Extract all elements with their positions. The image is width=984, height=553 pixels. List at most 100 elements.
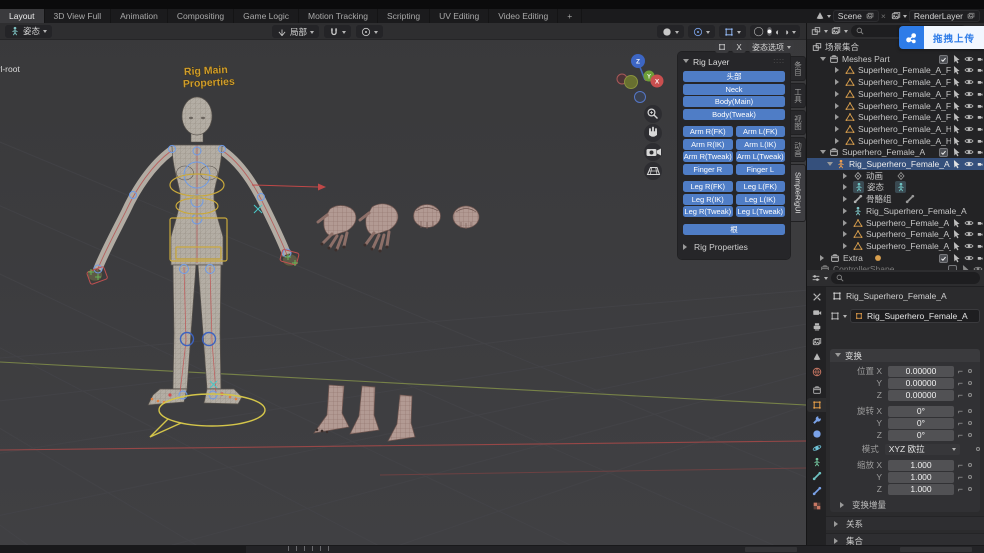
tab-scene[interactable] — [807, 350, 826, 364]
collection-checkbox[interactable] — [939, 54, 948, 64]
expand-closed-icon[interactable] — [843, 196, 850, 202]
rig-button-leg-l-fk[interactable]: Leg L(FK) — [735, 181, 785, 192]
rig-layer-panel-header[interactable]: Rig Layer :::: — [683, 55, 785, 68]
pose-options-dropdown[interactable]: 姿态选项 — [749, 41, 794, 53]
expand-open-icon[interactable] — [820, 56, 826, 64]
selectable-icon[interactable] — [951, 77, 961, 87]
rig-button-arm-r-fk[interactable]: Arm R(FK) — [683, 126, 733, 137]
tab-output[interactable] — [807, 320, 826, 334]
outliner-row-collection-superhero[interactable]: Superhero_Female_A — [807, 146, 984, 158]
render-camera-icon[interactable] — [977, 112, 983, 122]
selectable-icon[interactable] — [951, 89, 961, 99]
view-layer-selector[interactable]: RenderLayer — [891, 10, 980, 22]
location-y-field[interactable]: 0.00000 — [888, 377, 954, 389]
mode-selector[interactable]: 姿态 — [5, 24, 53, 38]
render-camera-icon[interactable] — [977, 229, 983, 239]
tab-collection[interactable] — [807, 383, 826, 397]
outliner-row-bone-groups[interactable]: 骨骼组 — [807, 193, 984, 205]
pan-hand-button[interactable] — [644, 124, 662, 142]
object-name-field[interactable]: Rig_Superhero_Female_A — [850, 309, 980, 323]
new-scene-icon[interactable] — [866, 12, 874, 20]
timeline-widget[interactable] — [745, 546, 797, 552]
shading-wireframe-button[interactable]: ◯ — [754, 26, 764, 37]
expand-closed-icon[interactable] — [843, 184, 850, 190]
tab-bone-constraint[interactable] — [807, 484, 826, 498]
location-z-field[interactable]: 0.00000 — [888, 389, 954, 401]
selectable-icon[interactable] — [951, 159, 961, 169]
tab-particles[interactable] — [807, 427, 826, 441]
transform-pivot-icon[interactable] — [715, 41, 729, 53]
expand-closed-icon[interactable] — [843, 220, 850, 226]
hide-eye-icon[interactable] — [964, 124, 974, 134]
tab-render[interactable] — [807, 305, 826, 319]
unlink-scene-button[interactable]: × — [881, 11, 886, 21]
animate-dot[interactable] — [967, 393, 972, 397]
rig-button-arm-l-tweak[interactable]: Arm L(Tweak) — [735, 151, 785, 162]
animate-dot[interactable] — [967, 421, 972, 425]
hide-eye-icon[interactable] — [964, 112, 974, 122]
expand-closed-icon[interactable] — [835, 67, 842, 73]
transform-orientation-dropdown[interactable]: 局部 — [272, 25, 320, 38]
rig-button-leg-l-ik[interactable]: Leg L(IK) — [735, 193, 785, 205]
tab-texture[interactable] — [807, 499, 826, 513]
selectable-icon[interactable] — [951, 54, 961, 64]
outliner-display-mode-icon[interactable] — [831, 26, 841, 36]
scale-z-field[interactable]: 1.000 — [888, 483, 954, 495]
snapping-dropdown[interactable] — [324, 25, 352, 38]
sidebar-tab-item[interactable]: 条目 — [791, 56, 806, 81]
scale-x-field[interactable]: 1.000 — [888, 459, 954, 471]
expand-closed-icon[interactable] — [843, 208, 850, 214]
rig-button-arm-r-ik[interactable]: Arm R(IK) — [683, 138, 733, 150]
selectable-icon[interactable] — [951, 147, 961, 157]
rig-button-finger-r[interactable]: Finger R — [683, 163, 733, 175]
expand-closed-icon[interactable] — [835, 103, 842, 109]
lock-icon[interactable]: ⌐ — [958, 460, 963, 470]
hide-eye-icon[interactable] — [964, 136, 974, 146]
perspective-toggle-button[interactable] — [644, 162, 662, 180]
selectable-icon[interactable] — [951, 253, 961, 263]
gizmos-dropdown[interactable] — [656, 25, 684, 38]
lock-icon[interactable]: ⌐ — [958, 366, 963, 376]
panel-drag-dots-icon[interactable]: :::: — [773, 58, 785, 65]
rotation-mode-dropdown[interactable]: XYZ 欧拉 — [884, 443, 961, 455]
rig-button-leg-r-tweak[interactable]: Leg R(Tweak) — [683, 206, 733, 217]
xray-toggle[interactable] — [718, 25, 746, 38]
new-layer-icon[interactable] — [967, 12, 975, 20]
animate-dot[interactable] — [967, 381, 972, 385]
sidebar-tab-animation[interactable]: 动画 — [791, 137, 806, 162]
expand-closed-icon[interactable] — [843, 231, 850, 237]
hide-eye-icon[interactable] — [964, 77, 974, 87]
hide-eye-icon[interactable] — [964, 253, 974, 263]
animate-dot[interactable] — [967, 409, 972, 413]
scene-selector[interactable]: Scene × — [815, 10, 886, 22]
workspace-tab-video-editing[interactable]: Video Editing — [489, 9, 559, 23]
hide-eye-icon[interactable] — [964, 241, 974, 251]
shading-solid-button[interactable]: ● — [766, 27, 773, 36]
rig-button-leg-r-fk[interactable]: Leg R(FK) — [683, 181, 733, 192]
tab-constraints[interactable] — [807, 455, 826, 469]
lock-icon[interactable]: ⌐ — [958, 484, 963, 494]
hide-eye-icon[interactable] — [964, 89, 974, 99]
outliner-row-mesh[interactable]: Superhero_Female_A_Foot03 — [807, 111, 984, 123]
shading-rendered-button[interactable]: ◑ — [784, 27, 789, 37]
lock-icon[interactable]: ⌐ — [958, 430, 963, 440]
lock-icon[interactable]: ⌐ — [958, 418, 963, 428]
workspace-tab-scripting[interactable]: Scripting — [378, 9, 431, 23]
workspace-tab-3d-view-full[interactable]: 3D View Full — [45, 9, 112, 23]
scene-name[interactable]: Scene — [838, 11, 862, 21]
collection-checkbox[interactable] — [939, 253, 948, 263]
animate-dot[interactable] — [967, 463, 972, 467]
selectable-icon[interactable] — [951, 124, 961, 134]
outliner-row-mesh[interactable]: Superhero_Female_A_Hand01 — [807, 123, 984, 135]
hide-eye-icon[interactable] — [964, 159, 974, 169]
lock-icon[interactable]: ⌐ — [958, 406, 963, 416]
tab-physics[interactable] — [807, 441, 826, 455]
render-camera-icon[interactable] — [977, 65, 983, 75]
selectable-icon[interactable] — [951, 229, 961, 239]
workspace-tab-game-logic[interactable]: Game Logic — [234, 9, 299, 23]
workspace-tab-layout[interactable]: Layout — [0, 9, 45, 23]
expand-closed-icon[interactable] — [835, 91, 842, 97]
selectable-icon[interactable] — [951, 112, 961, 122]
animate-dot[interactable] — [976, 447, 980, 451]
tab-object[interactable] — [807, 398, 826, 412]
